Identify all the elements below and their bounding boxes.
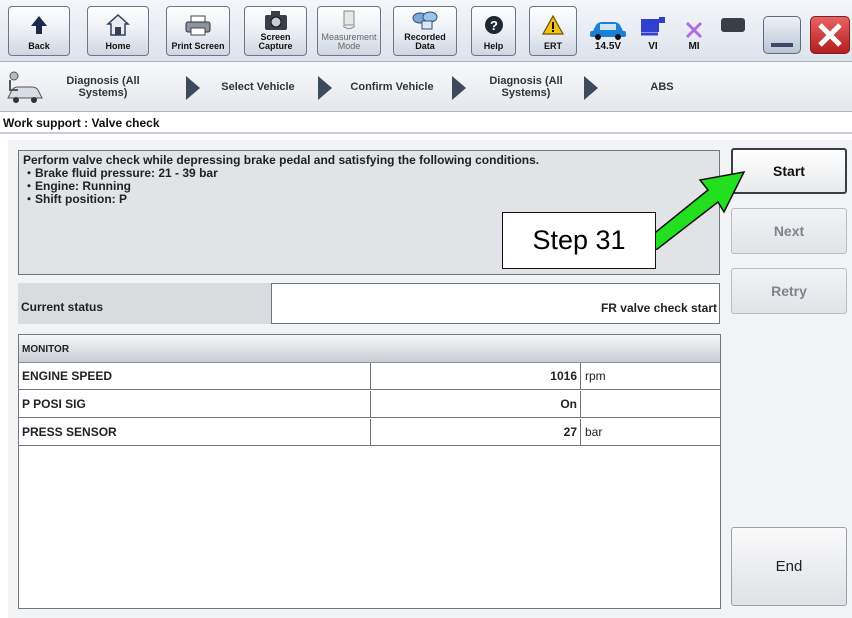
back-button[interactable]: Back (8, 6, 70, 56)
breadcrumb-arrow-icon (452, 76, 466, 100)
current-status-row: Current status FR valve check start (18, 283, 720, 324)
measurement-icon (342, 10, 356, 29)
current-status-label: Current status (18, 283, 271, 324)
help-icon: ? (484, 15, 503, 34)
close-button[interactable] (810, 16, 850, 54)
measurement-mode-label: Measurement Mode (321, 32, 377, 51)
instruction-line: ・Shift position: P (23, 192, 127, 206)
mi-cross-icon (685, 21, 703, 39)
mi-indicator: MI (678, 8, 710, 56)
help-label: Help (483, 41, 504, 51)
breadcrumb-item-abs[interactable]: ABS (622, 62, 702, 112)
svg-text:?: ? (490, 18, 498, 33)
help-button[interactable]: ? Help (471, 6, 516, 56)
ert-button[interactable]: ERT (529, 6, 577, 56)
camera-icon (264, 11, 287, 30)
minimize-icon (771, 43, 793, 47)
battery-voltage-label: 14.5V (594, 41, 622, 52)
table-row: PRESS SENSOR 27 bar (19, 419, 720, 446)
breadcrumb-item-diagnosis[interactable]: Diagnosis (All Systems) (58, 62, 148, 112)
breadcrumb-arrow-icon (584, 76, 598, 100)
step-arrow-icon (644, 170, 746, 250)
screen-capture-button[interactable]: Screen Capture (244, 6, 307, 56)
breadcrumb-item-label: Diagnosis (All Systems) (66, 75, 140, 99)
monitor-item-name: PRESS SENSOR (19, 419, 371, 445)
end-button[interactable]: End (731, 527, 847, 606)
breadcrumb-item-diagnosis-systems[interactable]: Diagnosis (All Systems) (478, 62, 574, 112)
monitor-header: MONITOR (19, 335, 720, 363)
battery-voltage-indicator: 14.5V (586, 8, 630, 56)
monitor-table: MONITOR ENGINE SPEED 1016 rpm P POSI SIG… (18, 334, 721, 609)
breadcrumb-item-label: ABS (650, 81, 674, 93)
measurement-mode-button[interactable]: Measurement Mode (317, 6, 381, 56)
minimize-button[interactable] (763, 16, 801, 54)
print-screen-label: Print Screen (171, 41, 225, 51)
breadcrumb-item-confirm-vehicle[interactable]: Confirm Vehicle (340, 62, 444, 112)
back-arrow-icon (31, 15, 47, 34)
home-button[interactable]: Home (87, 6, 149, 56)
back-label: Back (28, 41, 50, 51)
current-status-value: FR valve check start (271, 283, 720, 324)
recorded-data-button[interactable]: Recorded Data (393, 6, 457, 56)
print-screen-button[interactable]: Print Screen (166, 6, 230, 56)
breadcrumb: Diagnosis (All Systems) Select Vehicle C… (0, 62, 852, 112)
printer-icon (185, 15, 211, 35)
breadcrumb-item-label: Select Vehicle (221, 81, 295, 93)
monitor-item-value: 1016 (371, 363, 581, 389)
monitor-item-name: P POSI SIG (19, 391, 371, 417)
recorded-data-label: Recorded Data (404, 32, 446, 51)
page-title: Work support : Valve check (0, 113, 852, 134)
monitor-item-unit (582, 391, 720, 417)
monitor-item-unit: bar (585, 425, 603, 439)
recorded-data-icon (412, 11, 438, 30)
retry-button[interactable]: Retry (731, 268, 847, 314)
monitor-item-value: 27 (371, 419, 581, 445)
table-row: P POSI SIG On (19, 391, 720, 418)
table-row: ENGINE SPEED 1016 rpm (19, 363, 720, 390)
monitor-item-value: On (371, 391, 581, 417)
breadcrumb-item-label: Diagnosis (All Systems) (489, 75, 563, 99)
car-icon (590, 22, 626, 40)
battery-icon (721, 18, 745, 32)
breadcrumb-item-label: Confirm Vehicle (350, 81, 434, 93)
warning-icon (541, 14, 565, 35)
toolbar: Back Home Print Screen Screen Capture Me… (0, 0, 852, 62)
mi-label: MI (688, 41, 700, 52)
breadcrumb-item-select-vehicle[interactable]: Select Vehicle (208, 62, 308, 112)
vi-label: VI (648, 41, 658, 52)
monitor-item-name: ENGINE SPEED (19, 363, 371, 389)
step-callout: Step 31 (502, 212, 656, 269)
monitor-item-unit: rpm (585, 369, 606, 383)
breadcrumb-arrow-icon (318, 76, 332, 100)
vi-indicator: VI (637, 8, 669, 56)
vi-icon (641, 17, 665, 36)
screen-capture-label: Screen Capture (258, 32, 293, 51)
mechanic-car-icon (7, 71, 43, 103)
close-icon (818, 23, 842, 47)
ert-label: ERT (544, 41, 562, 51)
home-label: Home (105, 41, 131, 51)
home-icon (106, 13, 130, 36)
breadcrumb-arrow-icon (186, 76, 200, 100)
